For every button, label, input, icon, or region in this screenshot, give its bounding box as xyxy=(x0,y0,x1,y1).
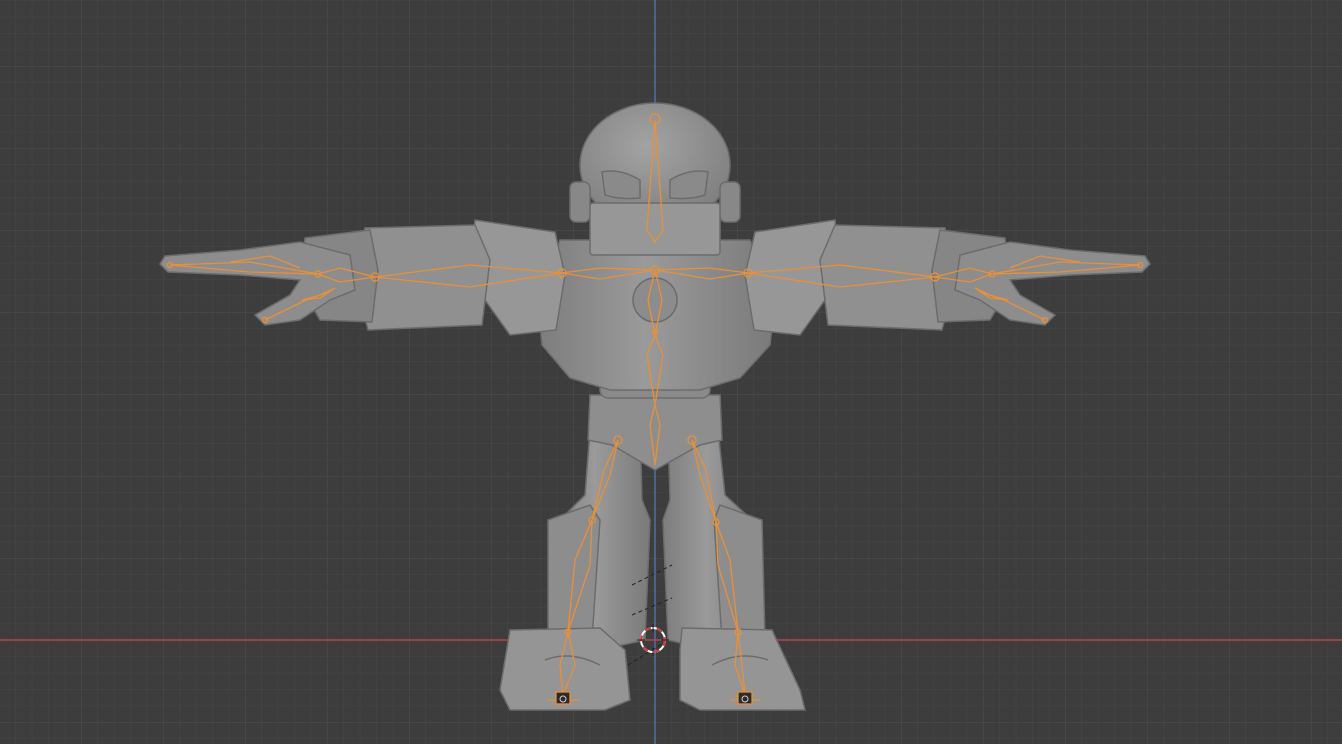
left-ear-mesh xyxy=(569,181,591,223)
3d-viewport[interactable] xyxy=(0,0,1342,744)
viewport-canvas[interactable] xyxy=(0,0,1342,744)
chest-emblem-mesh xyxy=(632,277,678,323)
right-ear-mesh xyxy=(719,181,741,223)
face-mask-mesh xyxy=(589,202,721,256)
